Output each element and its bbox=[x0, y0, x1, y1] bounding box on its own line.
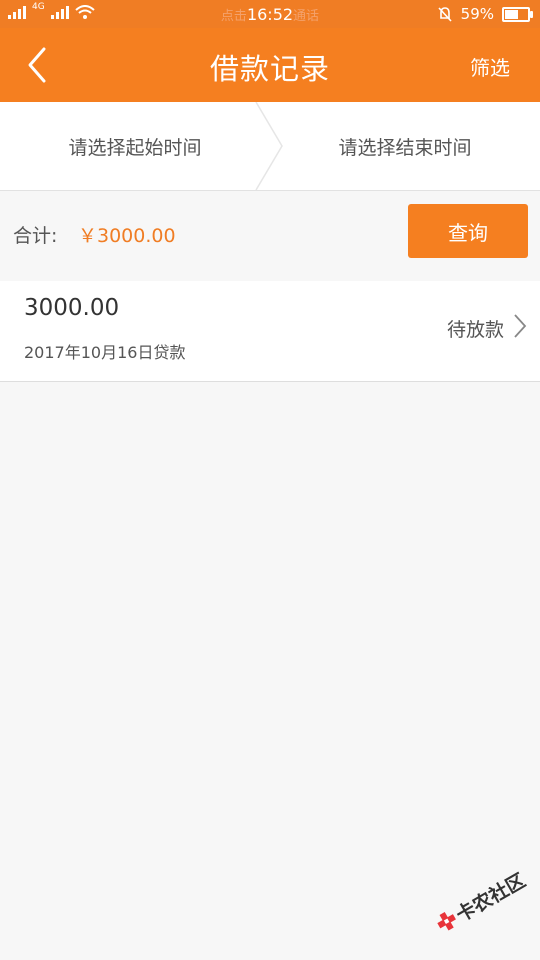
status-bar-right: 59% bbox=[437, 5, 533, 23]
summary-bar: 合计: ￥3000.00 查询 bbox=[0, 191, 540, 271]
battery-fill bbox=[505, 9, 518, 19]
app-header: 借款记录 筛选 bbox=[0, 28, 540, 102]
record-status: 待放款 bbox=[446, 319, 504, 341]
record-date: 2017年10月16日贷款 bbox=[24, 343, 186, 362]
battery-percent: 59% bbox=[460, 5, 494, 23]
total-amount: ￥3000.00 bbox=[78, 225, 176, 247]
clock: 16:52 bbox=[246, 5, 294, 24]
battery-icon bbox=[502, 6, 533, 22]
end-date-picker[interactable]: 请选择结束时间 bbox=[270, 102, 540, 190]
watermark-text: 卡农社区 bbox=[452, 870, 529, 927]
silent-bell-icon bbox=[438, 7, 452, 22]
community-logo-icon: 卡农社区 bbox=[437, 869, 529, 931]
loan-record-item[interactable]: 3000.00 2017年10月16日贷款 待放款 bbox=[0, 281, 540, 382]
total-label: 合计: bbox=[13, 225, 58, 247]
chevron-right-icon bbox=[514, 314, 527, 338]
call-hint-left: 点击 bbox=[220, 9, 247, 24]
watermark-logo: 卡农社区 bbox=[436, 869, 532, 934]
date-range-selector: 请选择起始时间 请选择结束时间 bbox=[0, 102, 540, 191]
record-amount: 3000.00 bbox=[24, 295, 120, 321]
start-date-picker[interactable]: 请选择起始时间 bbox=[0, 102, 270, 190]
filter-button[interactable]: 筛选 bbox=[470, 52, 510, 81]
page-title: 借款记录 bbox=[209, 52, 330, 86]
query-button[interactable]: 查询 bbox=[408, 204, 528, 258]
status-bar: 4G 点击16:52通话 59% bbox=[0, 0, 540, 28]
call-hint-right: 通话 bbox=[293, 9, 320, 24]
